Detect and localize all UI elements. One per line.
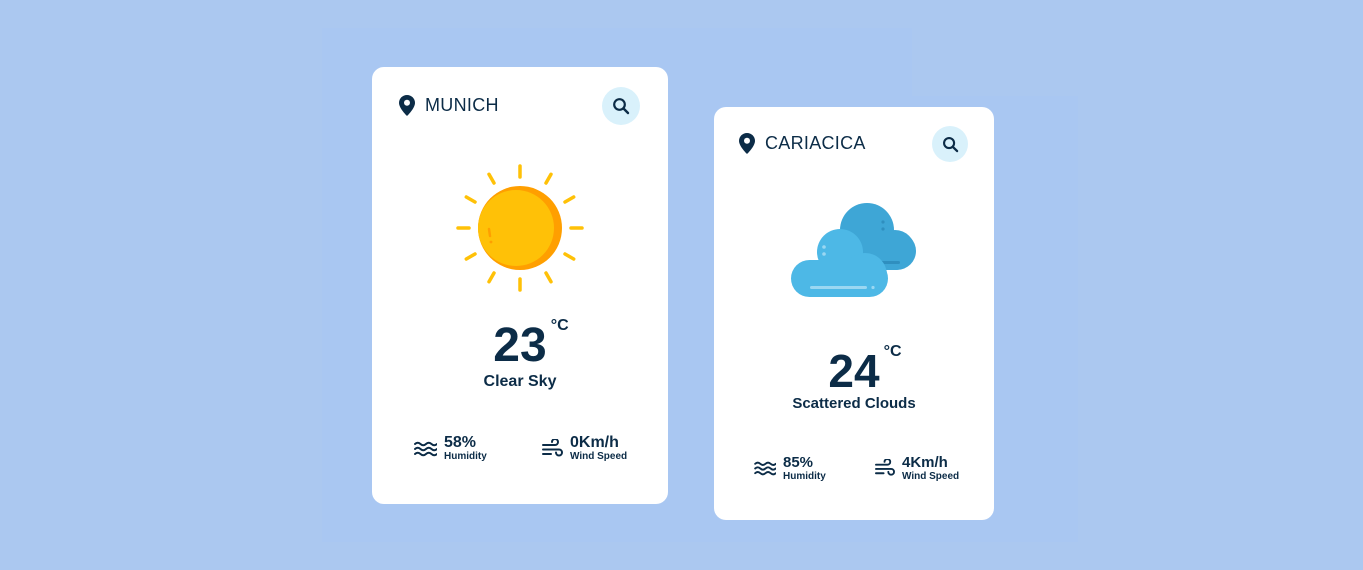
humidity-waves-icon <box>414 441 437 456</box>
temperature-value: 23 <box>493 319 547 372</box>
temperature-unit: °C <box>883 343 902 360</box>
search-button[interactable] <box>602 87 640 125</box>
weather-description: Clear Sky <box>483 373 557 390</box>
location-header: CARIACICA <box>739 133 866 154</box>
weather-card-munich: MUNICH 23 °C Clear Sky 58% Humidity 0Km/… <box>372 67 668 504</box>
wind-speed-label: Wind Speed <box>570 451 628 462</box>
clouds-icon <box>791 203 916 297</box>
weather-card-cariacica: CARIACICA 24 °C Scattered Clouds 85% Hum… <box>714 107 994 520</box>
location-pin-icon <box>739 133 755 154</box>
search-icon <box>942 136 958 152</box>
location-pin-icon <box>399 95 415 116</box>
wind-icon <box>875 459 895 476</box>
search-icon <box>613 98 630 115</box>
temperature-value: 24 <box>828 345 880 397</box>
wind-icon <box>542 438 563 456</box>
humidity-waves-icon <box>754 461 776 476</box>
humidity-value: 85% <box>783 454 814 471</box>
humidity-label: Humidity <box>444 451 487 462</box>
wind-speed-stat: 0Km/h Wind Speed <box>542 434 627 463</box>
temperature-display: 23 °C <box>372 318 668 372</box>
wind-speed-stat: 4Km/h Wind Speed <box>875 454 959 483</box>
temperature-unit: °C <box>550 317 569 334</box>
temperature-display: 24 °C <box>714 344 994 397</box>
humidity-value: 58% <box>444 434 477 451</box>
location-header: MUNICH <box>399 95 499 116</box>
sun-icon <box>456 164 584 292</box>
wind-speed-value: 0Km/h <box>570 434 619 451</box>
humidity-label: Humidity <box>783 471 826 482</box>
humidity-stat: 85% Humidity <box>754 454 826 483</box>
wind-speed-value: 4Km/h <box>902 454 948 471</box>
city-name: MUNICH <box>425 95 499 115</box>
search-button[interactable] <box>932 126 968 162</box>
humidity-stat: 58% Humidity <box>414 434 487 463</box>
wind-speed-label: Wind Speed <box>902 471 960 482</box>
city-name: CARIACICA <box>765 133 866 153</box>
weather-description: Scattered Clouds <box>792 395 916 412</box>
